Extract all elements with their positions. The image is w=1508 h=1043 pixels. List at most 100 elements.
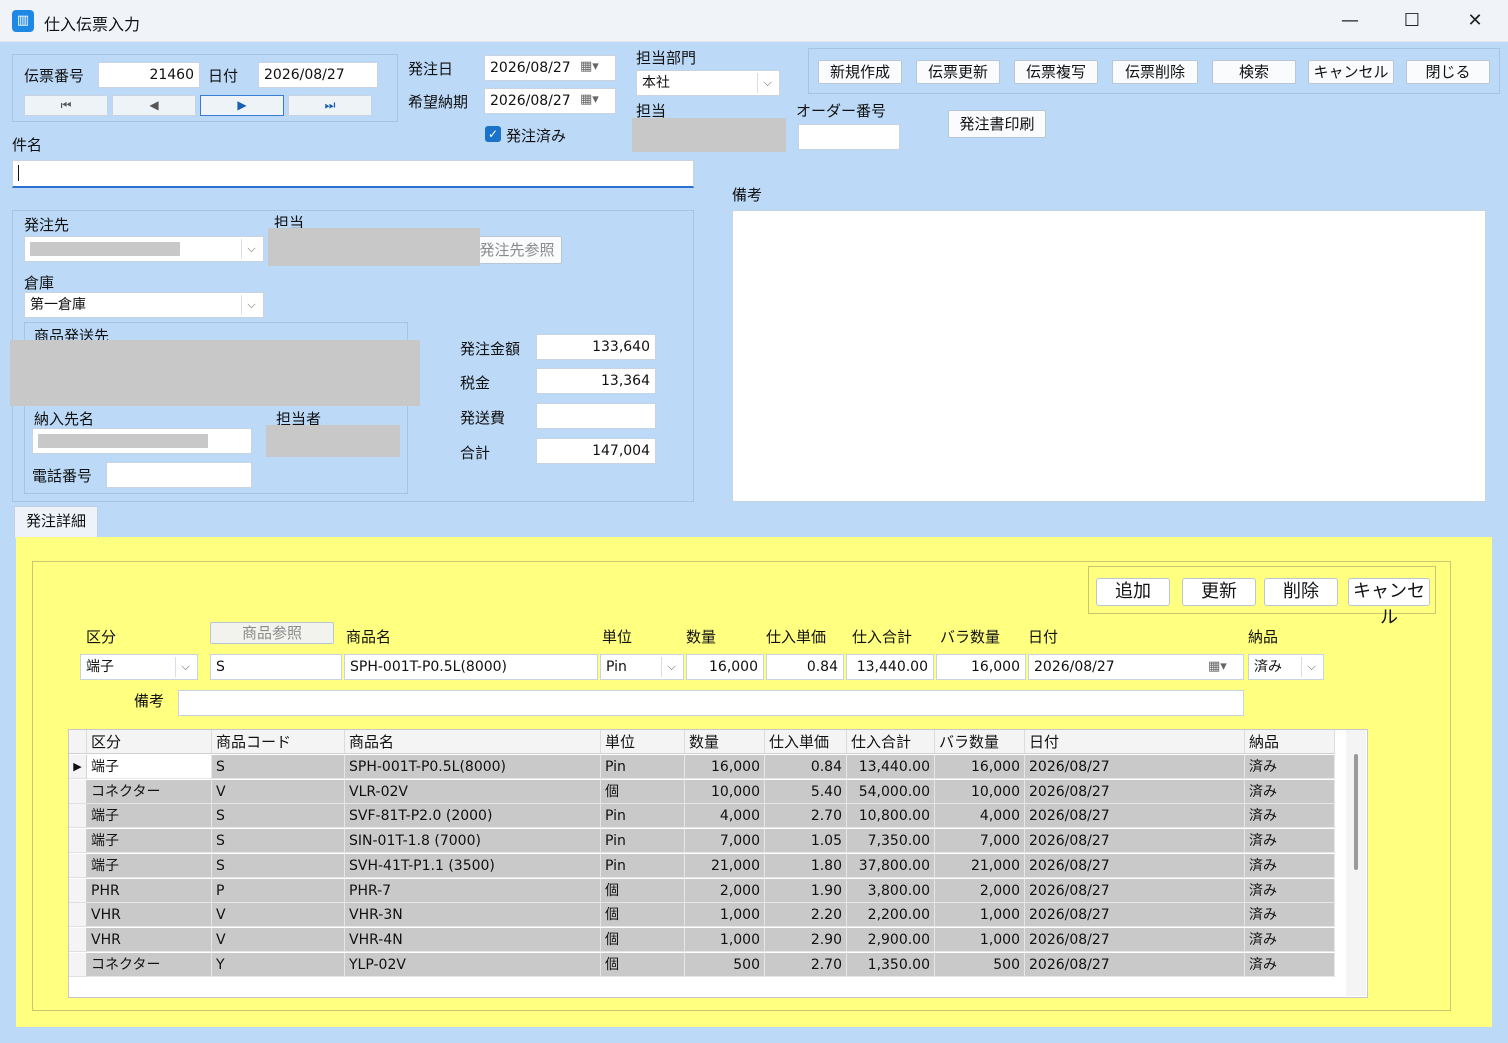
cell-product-name[interactable]: SVH-41T-P1.1 (3500): [345, 853, 601, 878]
cell-product-name[interactable]: VHR-4N: [345, 927, 601, 952]
order-detail-grid[interactable]: 区分 商品コード 商品名 単位 数量 仕入単価 仕入合計 バラ数量 日付 納品 ▶ 端子 S SPH-00…: [68, 729, 1368, 998]
cell-unit-price[interactable]: 1.80: [765, 853, 847, 878]
cell-category[interactable]: コネクター: [87, 779, 212, 804]
close-window-button[interactable]: ✕: [1452, 6, 1498, 36]
minimize-button[interactable]: —: [1327, 6, 1373, 36]
chevron-down-icon[interactable]: ⌵: [241, 239, 261, 259]
cell-delivered[interactable]: 済み: [1245, 853, 1335, 878]
search-button[interactable]: 検索: [1212, 60, 1296, 84]
grid-header-unit-price[interactable]: 仕入単価: [765, 730, 847, 754]
maximize-button[interactable]: ☐: [1389, 6, 1435, 36]
order-amount-field[interactable]: 133,640: [536, 334, 656, 360]
total-field[interactable]: 147,004: [536, 438, 656, 464]
cell-code[interactable]: V: [212, 927, 345, 952]
detail-remarks-field[interactable]: [178, 690, 1244, 716]
calendar-dropdown-icon[interactable]: ▦▾: [580, 59, 599, 74]
grid-header-unit[interactable]: 単位: [601, 730, 685, 754]
cell-qty[interactable]: 16,000: [685, 755, 765, 779]
cell-subtotal[interactable]: 37,800.00: [847, 853, 935, 878]
cell-unit[interactable]: 個: [601, 779, 685, 804]
cell-product-name[interactable]: PHR-7: [345, 878, 601, 903]
cell-loose-qty[interactable]: 500: [935, 952, 1025, 977]
tab-order-details[interactable]: 発注詳細: [14, 506, 98, 538]
chevron-down-icon[interactable]: ⌵: [757, 73, 777, 93]
grid-header-date[interactable]: 日付: [1025, 730, 1245, 754]
cell-product-name[interactable]: YLP-02V: [345, 952, 601, 977]
cell-delivered[interactable]: 済み: [1245, 755, 1335, 779]
cell-code[interactable]: V: [212, 779, 345, 804]
cell-qty[interactable]: 1,000: [685, 927, 765, 952]
cell-unit[interactable]: 個: [601, 927, 685, 952]
grid-row-header[interactable]: [69, 903, 87, 928]
cell-date[interactable]: 2026/08/27: [1025, 952, 1245, 977]
cell-code[interactable]: Y: [212, 952, 345, 977]
cell-unit-price[interactable]: 1.90: [765, 878, 847, 903]
cell-unit-price[interactable]: 2.90: [765, 927, 847, 952]
cell-unit-price[interactable]: 2.70: [765, 804, 847, 829]
nav-prev-button[interactable]: ◀: [112, 95, 196, 116]
tax-field[interactable]: 13,364: [536, 368, 656, 394]
cell-qty[interactable]: 7,000: [685, 829, 765, 854]
loose-qty-field[interactable]: 16,000: [936, 654, 1026, 680]
cell-subtotal[interactable]: 13,440.00: [847, 755, 935, 779]
remarks-textarea[interactable]: [732, 210, 1486, 502]
cell-unit[interactable]: Pin: [601, 755, 685, 779]
update-slip-button[interactable]: 伝票更新: [916, 60, 1000, 84]
product-code-field[interactable]: S: [210, 654, 342, 680]
supplier-combobox[interactable]: ⌵: [24, 236, 264, 262]
grid-row-header[interactable]: [69, 829, 87, 854]
cell-unit-price[interactable]: 2.20: [765, 903, 847, 928]
cell-date[interactable]: 2026/08/27: [1025, 927, 1245, 952]
grid-row-header[interactable]: [69, 804, 87, 829]
cell-delivered[interactable]: 済み: [1245, 804, 1335, 829]
nav-last-button[interactable]: ⏭: [288, 95, 372, 116]
cell-qty[interactable]: 500: [685, 952, 765, 977]
detail-cancel-button[interactable]: キャンセル: [1348, 578, 1430, 628]
delete-button[interactable]: 削除: [1264, 578, 1338, 606]
copy-slip-button[interactable]: 伝票複写: [1014, 60, 1098, 84]
cell-unit-price[interactable]: 2.70: [765, 952, 847, 977]
cell-unit[interactable]: Pin: [601, 853, 685, 878]
cell-date[interactable]: 2026/08/27: [1025, 804, 1245, 829]
cell-unit[interactable]: 個: [601, 952, 685, 977]
nav-first-button[interactable]: ⏮: [24, 95, 108, 116]
cell-subtotal[interactable]: 10,800.00: [847, 804, 935, 829]
cell-loose-qty[interactable]: 21,000: [935, 853, 1025, 878]
cell-subtotal[interactable]: 1,350.00: [847, 952, 935, 977]
cell-unit-price[interactable]: 5.40: [765, 779, 847, 804]
unit-combobox[interactable]: Pin ⌵: [600, 654, 684, 680]
grid-header-category[interactable]: 区分: [87, 730, 212, 754]
date-field[interactable]: 2026/08/27: [258, 62, 378, 88]
cell-loose-qty[interactable]: 4,000: [935, 804, 1025, 829]
grid-header-subtotal[interactable]: 仕入合計: [847, 730, 935, 754]
cell-product-name[interactable]: VHR-3N: [345, 903, 601, 928]
cell-product-name[interactable]: VLR-02V: [345, 779, 601, 804]
subject-input[interactable]: [12, 160, 694, 188]
cell-code[interactable]: V: [212, 903, 345, 928]
cell-code[interactable]: S: [212, 853, 345, 878]
print-order-button[interactable]: 発注書印刷: [948, 110, 1046, 138]
cell-loose-qty[interactable]: 7,000: [935, 829, 1025, 854]
ordered-checkbox[interactable]: ✓: [485, 126, 501, 142]
cell-date[interactable]: 2026/08/27: [1025, 779, 1245, 804]
cell-code[interactable]: S: [212, 829, 345, 854]
close-button[interactable]: 閉じる: [1406, 60, 1490, 84]
cell-qty[interactable]: 10,000: [685, 779, 765, 804]
calendar-dropdown-icon[interactable]: ▦▾: [1208, 659, 1227, 674]
cell-unit[interactable]: 個: [601, 903, 685, 928]
cell-loose-qty[interactable]: 10,000: [935, 779, 1025, 804]
cell-subtotal[interactable]: 7,350.00: [847, 829, 935, 854]
cell-loose-qty[interactable]: 1,000: [935, 903, 1025, 928]
cell-date[interactable]: 2026/08/27: [1025, 829, 1245, 854]
phone-field[interactable]: [106, 462, 252, 488]
category-combobox[interactable]: 端子 ⌵: [80, 654, 198, 680]
grid-header-loose-qty[interactable]: バラ数量: [935, 730, 1025, 754]
chevron-down-icon[interactable]: ⌵: [1301, 657, 1321, 677]
cell-loose-qty[interactable]: 16,000: [935, 755, 1025, 779]
update-button[interactable]: 更新: [1182, 578, 1256, 606]
cell-category[interactable]: VHR: [87, 903, 212, 928]
cell-qty[interactable]: 21,000: [685, 853, 765, 878]
grid-header-delivered[interactable]: 納品: [1245, 730, 1335, 754]
cell-code[interactable]: S: [212, 755, 345, 779]
delivered-combobox[interactable]: 済み ⌵: [1248, 654, 1324, 680]
